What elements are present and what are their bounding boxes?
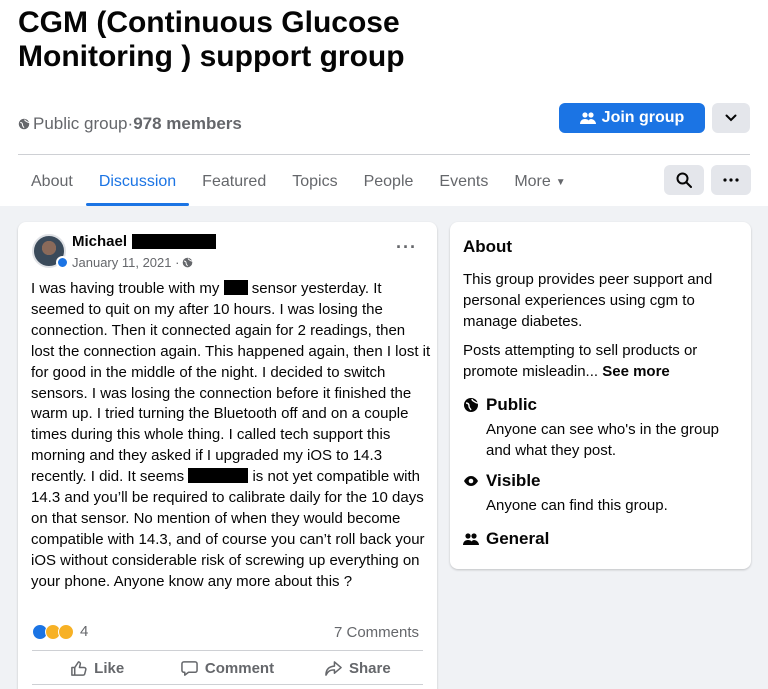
reactions-summary[interactable]: 4	[32, 623, 88, 640]
eye-icon	[464, 476, 478, 486]
sad-reaction-icon	[58, 623, 74, 640]
share-icon	[325, 660, 342, 676]
header-divider	[18, 154, 750, 155]
feature-general-title: General	[486, 529, 550, 548]
group-tabs: About Discussion Featured Topics People …	[18, 158, 579, 206]
tab-discussion[interactable]: Discussion	[85, 158, 190, 206]
comment-icon	[181, 660, 198, 676]
post-date[interactable]: January 11, 2021 ·	[72, 255, 193, 270]
redaction	[223, 280, 248, 295]
see-more-link[interactable]: See more	[602, 363, 670, 380]
post-card: Michael January 11, 2021 · ··· I was hav…	[18, 222, 437, 689]
tab-about[interactable]: About	[18, 158, 86, 206]
tab-more[interactable]: More ▼	[501, 158, 578, 206]
about-title: About	[463, 237, 513, 256]
like-icon	[71, 660, 87, 676]
comments-count[interactable]: 7 Comments	[334, 624, 419, 641]
author-name: Michael	[72, 233, 128, 250]
post-author[interactable]: Michael	[72, 233, 217, 250]
group-privacy[interactable]: Public group	[33, 114, 128, 134]
post-text-part: sensor yesterday. It seemed to quit on m…	[31, 280, 431, 486]
share-label: Share	[348, 659, 391, 677]
feature-visible-desc: Anyone can find this group.	[486, 497, 668, 514]
group-options-button[interactable]	[712, 103, 750, 133]
share-button[interactable]: Share	[293, 654, 423, 682]
reaction-count: 4	[80, 623, 89, 640]
ellipsis-icon	[723, 178, 739, 182]
post-text-part: I was having trouble with my	[31, 280, 224, 297]
about-description: This group provides peer support and per…	[463, 271, 713, 330]
group-title: CGM (Continuous Glucose Monitoring ) sup…	[18, 6, 405, 73]
search-icon	[676, 172, 692, 188]
post-date-text: January 11, 2021 ·	[72, 255, 180, 270]
group-meta: Public group · 978 members	[18, 114, 242, 134]
caret-down-icon: ▼	[555, 176, 566, 188]
feature-public-title: Public	[486, 395, 538, 414]
member-count[interactable]: 978 members	[133, 114, 242, 134]
group-header: CGM (Continuous Glucose Monitoring ) sup…	[0, 0, 768, 206]
post-options-icon[interactable]: ···	[396, 237, 417, 258]
tab-featured[interactable]: Featured	[189, 158, 279, 206]
like-label: Like	[94, 659, 125, 677]
tab-more-label: More	[514, 173, 551, 190]
tab-topics[interactable]: Topics	[279, 158, 350, 206]
post-body: I was having trouble with my sensor yest…	[31, 279, 431, 593]
globe-icon	[18, 118, 30, 130]
about-card: About This group provides peer support a…	[450, 222, 751, 569]
comment-button[interactable]: Comment	[162, 654, 292, 682]
people-icon	[579, 112, 596, 124]
actions-divider	[32, 650, 423, 651]
more-options-button[interactable]	[711, 165, 751, 195]
post-actions: Like Comment Share	[32, 654, 423, 682]
feature-public-desc: Anyone can see who's in the group and wh…	[486, 421, 720, 459]
join-group-label: Join group	[601, 109, 685, 126]
redaction	[188, 468, 249, 484]
actions-divider	[32, 684, 423, 685]
like-button[interactable]: Like	[32, 654, 162, 682]
tab-events[interactable]: Events	[426, 158, 501, 206]
badge-icon	[56, 256, 69, 269]
about-warning: Posts attempting to sell products or pro…	[463, 340, 739, 382]
globe-icon	[183, 257, 193, 268]
globe-icon	[464, 398, 479, 412]
feature-visible-title: Visible	[486, 471, 541, 490]
people-icon	[463, 533, 479, 545]
comment-label: Comment	[204, 659, 275, 677]
chevron-down-icon	[725, 114, 737, 122]
redaction	[132, 234, 217, 249]
tab-people[interactable]: People	[351, 158, 427, 206]
join-group-button[interactable]: Join group	[559, 103, 705, 133]
post-text-part: is not yet compatible with 14.3 and you’…	[31, 468, 425, 590]
search-button[interactable]	[664, 165, 704, 195]
